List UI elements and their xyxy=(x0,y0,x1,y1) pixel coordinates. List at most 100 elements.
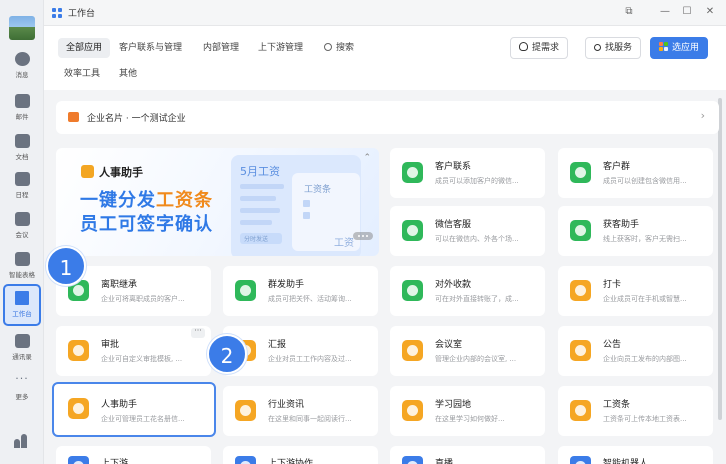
find-service-button[interactable]: 找服务 xyxy=(585,37,642,59)
app-name: 打卡 xyxy=(603,280,622,290)
app-name: 工资条 xyxy=(603,400,631,410)
more-icon: ··· xyxy=(15,372,29,385)
service-label: 找服务 xyxy=(605,43,633,53)
app-desc: 企业成员可在手机或智慧... xyxy=(603,295,687,303)
rail-item-docs[interactable]: 文档 xyxy=(0,134,44,172)
illustration-bar xyxy=(240,184,284,189)
rail-item-label: 文档 xyxy=(15,153,29,161)
app-card[interactable]: 客户联系 成员可以添加客户的微信... xyxy=(390,148,545,198)
app-card[interactable]: 对外收款 可在对外直接转账了，成... xyxy=(390,266,545,316)
app-name: 审批 xyxy=(101,340,120,350)
app-desc: 成员可把关怀、活动筹询... xyxy=(268,295,352,303)
request-button[interactable]: 提需求 xyxy=(510,37,569,59)
app-name: 获客助手 xyxy=(603,220,640,230)
avatar[interactable] xyxy=(9,16,35,40)
minimize-icon[interactable]: — xyxy=(655,3,675,21)
more-options-icon[interactable]: ··· xyxy=(191,327,205,338)
illustration-bar xyxy=(240,196,276,201)
app-name: 客户群 xyxy=(603,162,631,172)
app-card[interactable]: 上下游协作 xyxy=(223,446,378,464)
announcement-icon xyxy=(570,340,591,361)
rail-item-label: 工作台 xyxy=(12,310,32,318)
rail-item-contacts[interactable]: 通讯录 xyxy=(0,334,44,372)
app-card[interactable]: 公告 企业向员工发布的内部图... xyxy=(558,326,713,376)
app-desc: 在这里学习如何做好... xyxy=(435,415,505,423)
app-name: 会议室 xyxy=(435,340,463,350)
sheet-icon xyxy=(14,252,30,266)
company-card[interactable]: 企业名片 · 一个测试企业 › xyxy=(56,101,719,134)
app-name: 学习园地 xyxy=(435,400,472,410)
door-icon xyxy=(402,340,423,361)
app-card[interactable]: 获客助手 线上获客时，客户无需扫... xyxy=(558,206,713,256)
chat-icon xyxy=(14,52,30,66)
step-callout-2: 2 xyxy=(207,334,247,374)
rail-item-label: 会议 xyxy=(15,231,29,239)
app-name: 微信客服 xyxy=(435,220,472,230)
search-tab[interactable]: 搜索 xyxy=(316,38,362,58)
megaphone-icon xyxy=(235,280,256,301)
location-pin-icon xyxy=(570,280,591,301)
banner-payslip-label: 工资条 xyxy=(304,185,332,195)
app-card[interactable]: 打卡 企业成员可在手机或智慧... xyxy=(558,266,713,316)
app-card[interactable]: 直播 xyxy=(390,446,545,464)
tab-customer[interactable]: 客户联系与管理 xyxy=(111,38,190,58)
app-card[interactable]: 会议室 管理企业内部的会议室, ... xyxy=(390,326,545,376)
tab-internal[interactable]: 内部管理 xyxy=(195,38,247,58)
person-icon xyxy=(68,398,89,419)
service-icon xyxy=(594,44,601,51)
customer-group-icon xyxy=(570,162,591,183)
app-desc: 管理企业内部的会议室, ... xyxy=(435,355,517,363)
customer-contact-icon xyxy=(402,162,423,183)
meeting-icon xyxy=(14,212,30,226)
live-icon xyxy=(402,456,423,464)
app-card-hr-assistant[interactable]: 人事助手 企业可管理员工花名册信... xyxy=(52,382,216,437)
app-card[interactable]: 智能机器人 xyxy=(558,446,713,464)
rail-item-mail[interactable]: 邮件 xyxy=(0,94,44,132)
app-card[interactable]: 行业资讯 在这里和同事一起阅读行... xyxy=(223,386,378,436)
hr-assistant-logo-icon xyxy=(81,165,94,178)
rail-item-workbench[interactable]: 工作台 xyxy=(3,284,41,326)
pin-icon[interactable]: ⧉ xyxy=(619,3,639,21)
banner-fade-label: 工资 xyxy=(334,238,354,249)
close-icon[interactable]: ✕ xyxy=(700,3,720,21)
app-card[interactable]: 工资条 工资条可上传本地工资表... xyxy=(558,386,713,436)
doc-icon xyxy=(14,134,30,148)
app-card[interactable]: 上下游 xyxy=(56,446,211,464)
carousel-dots[interactable] xyxy=(353,232,373,240)
app-desc: 企业向员工发布的内部图... xyxy=(603,355,687,363)
company-icon xyxy=(68,112,79,122)
tab-all-apps[interactable]: 全部应用 xyxy=(58,38,111,58)
app-card[interactable]: 客户群 成员可以创建包含微信用... xyxy=(558,148,713,198)
rail-item-more[interactable]: ··· 更多 xyxy=(0,372,44,412)
calendar-icon xyxy=(14,172,30,186)
app-name: 直播 xyxy=(435,459,454,464)
hr-assistant-banner[interactable]: 人事助手 一键分发工资条 员工可签字确认 5月工资 工资条 分时发送 工资 ⌃ xyxy=(56,148,379,256)
rail-item-label: 智能表格 xyxy=(9,271,35,279)
app-card[interactable]: 审批 企业可自定义审批模板, ... ··· xyxy=(56,326,211,376)
tab-other[interactable]: 其他 xyxy=(111,64,145,84)
maximize-icon[interactable]: ☐ xyxy=(677,3,697,21)
illustration-square xyxy=(303,200,310,207)
rail-item-messages[interactable]: 消息 xyxy=(0,52,44,90)
app-name: 人事助手 xyxy=(101,400,138,410)
choose-app-button[interactable]: 选应用 xyxy=(650,37,709,59)
app-card[interactable]: 群发助手 成员可把关怀、活动筹询... xyxy=(223,266,378,316)
chevron-up-icon[interactable]: ⌃ xyxy=(363,153,371,163)
request-icon xyxy=(519,42,528,51)
app-card[interactable]: 微信客服 可以在微信内、外各个场... xyxy=(390,206,545,256)
workbench-icon xyxy=(15,291,29,305)
app-card[interactable]: 学习园地 在这里学习如何做好... xyxy=(390,386,545,436)
stats-icon[interactable] xyxy=(14,434,29,448)
step-callout-1: 1 xyxy=(46,246,86,286)
robot-icon xyxy=(570,456,591,464)
tab-chain[interactable]: 上下游管理 xyxy=(250,38,311,58)
tab-efficiency[interactable]: 效率工具 xyxy=(56,64,108,84)
planet-icon xyxy=(402,400,423,421)
app-desc: 成员可以添加客户的微信... xyxy=(435,177,519,185)
scrollbar[interactable] xyxy=(718,98,722,420)
choose-app-label: 选应用 xyxy=(672,43,700,53)
rail-item-calendar[interactable]: 日程 xyxy=(0,172,44,210)
collaboration-icon xyxy=(235,456,256,464)
rail-item-meeting[interactable]: 会议 xyxy=(0,212,44,250)
workbench-title-icon xyxy=(52,8,62,18)
